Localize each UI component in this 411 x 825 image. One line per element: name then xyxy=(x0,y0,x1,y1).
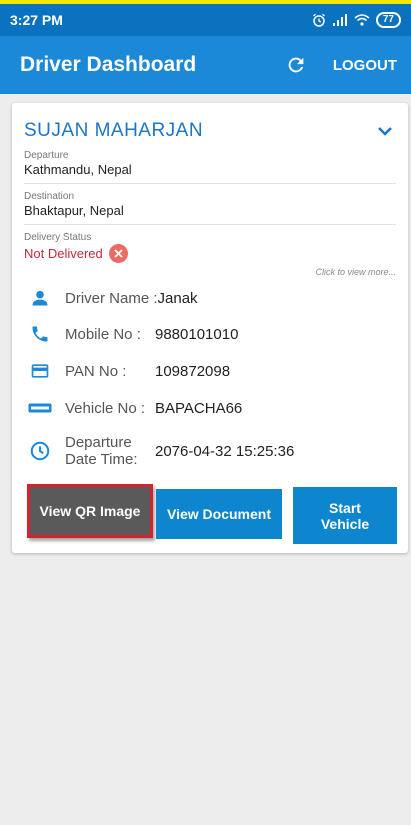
start-vehicle-label: Start Vehicle xyxy=(321,500,369,532)
destination-label: Destination xyxy=(24,191,75,202)
driver-header: SUJAN MAHARJAN xyxy=(24,117,396,145)
delivery-status-text: Not Delivered xyxy=(24,246,103,261)
departure-label: Departure xyxy=(24,150,69,161)
alarm-icon xyxy=(312,13,325,27)
signal-icon xyxy=(332,14,347,26)
status-time: 3:27 PM xyxy=(10,12,63,28)
refresh-icon xyxy=(288,57,304,73)
chevron-down-icon xyxy=(378,127,392,136)
close-icon[interactable] xyxy=(108,244,128,263)
status-icons: 77 xyxy=(312,12,401,28)
delivery-status-field: Delivery Status Not Delivered xyxy=(24,232,408,263)
view-document-button[interactable]: View Document xyxy=(156,489,282,539)
vehicle-value: BAPACHA66 xyxy=(155,399,243,417)
divider xyxy=(24,183,396,184)
vehicle-label: Vehicle No : xyxy=(65,399,146,417)
delivery-status-label: Delivery Status xyxy=(24,232,92,243)
start-vehicle-button[interactable]: Start Vehicle xyxy=(293,487,397,544)
departure-time-label-line1: Departure xyxy=(65,434,132,451)
expand-button[interactable] xyxy=(374,120,396,142)
start-vehicle-label-line2: Vehicle xyxy=(320,515,370,532)
trip-card: SUJAN MAHARJAN Departure Kathmandu, Nepa… xyxy=(12,103,408,553)
refresh-button[interactable] xyxy=(281,50,311,80)
page-title: Driver Dashboard xyxy=(20,53,197,76)
divider xyxy=(24,224,396,225)
battery-icon: 77 xyxy=(375,12,401,28)
departure-value: Kathmandu, Nepal xyxy=(24,162,132,177)
license-plate-icon xyxy=(27,395,53,421)
driver-name-value: Janak xyxy=(157,289,198,307)
departure-time-label-line2: Date Time: xyxy=(65,451,138,468)
departure-time-label: Departure Date Time: xyxy=(65,434,155,468)
destination-field: Destination Bhaktapur, Nepal xyxy=(24,191,408,218)
mobile-value: 9880101010 xyxy=(155,325,239,343)
wifi-icon xyxy=(354,14,370,26)
driver-name-label: Driver Name : xyxy=(65,289,158,307)
mobile-row: Mobile No : 9880101010 xyxy=(27,319,397,349)
start-vehicle-label-line1: Start xyxy=(329,499,361,516)
view-qr-image-label: View QR Image xyxy=(30,487,150,535)
departure-time-row: Departure Date Time: 2076-04-32 15:25:36 xyxy=(27,429,397,473)
view-more-link[interactable]: Click to view more... xyxy=(315,267,396,277)
destination-value: Bhaktapur, Nepal xyxy=(24,203,124,218)
credit-card-icon xyxy=(27,358,53,384)
phone-icon xyxy=(27,321,53,347)
status-bar: 3:27 PM 77 xyxy=(0,4,411,36)
departure-field: Departure Kathmandu, Nepal xyxy=(24,150,408,177)
view-qr-image-button[interactable]: View QR Image xyxy=(27,484,153,538)
mobile-label: Mobile No : xyxy=(65,325,141,343)
vehicle-row: Vehicle No : BAPACHA66 xyxy=(27,393,397,423)
app-bar: Driver Dashboard LOGOUT xyxy=(0,36,411,94)
pan-value: 109872098 xyxy=(155,362,231,380)
driver-name-row: Driver Name : Janak xyxy=(27,283,397,313)
delivery-status-value: Not Delivered xyxy=(24,244,408,263)
logout-button[interactable]: LOGOUT xyxy=(333,57,397,74)
person-icon xyxy=(27,285,53,311)
pan-row: PAN No : 109872098 xyxy=(27,356,397,386)
clock-icon xyxy=(27,438,53,464)
pan-label: PAN No : xyxy=(65,362,127,380)
departure-time-value: 2076-04-32 15:25:36 xyxy=(155,442,295,460)
driver-full-name: SUJAN MAHARJAN xyxy=(24,120,204,141)
